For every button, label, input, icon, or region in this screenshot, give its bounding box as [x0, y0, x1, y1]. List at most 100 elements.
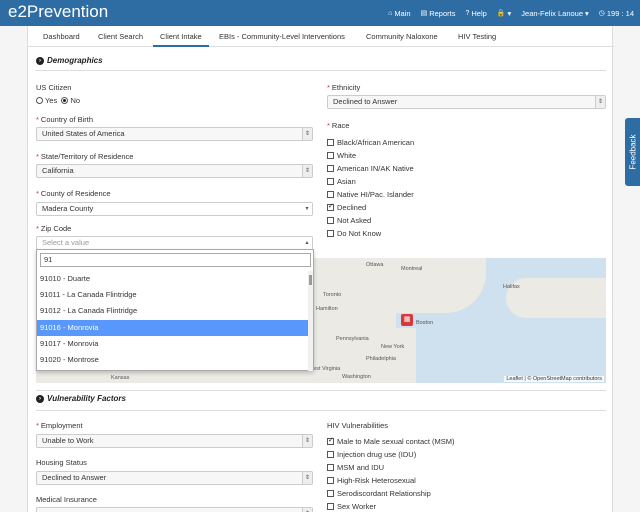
ethnicity-label: * Ethnicity [327, 83, 361, 92]
hiv-vulnerability-option[interactable]: MSM and IDU [327, 463, 384, 472]
race-checkbox[interactable] [327, 178, 334, 185]
zip-option[interactable]: 91017 - Monrovia [37, 336, 313, 352]
tab-ebis[interactable]: EBIs - Community-Level Interventions [212, 26, 352, 47]
country-select[interactable]: United States of America ⇕ [36, 127, 313, 141]
race-option[interactable]: Do Not Know [327, 229, 381, 238]
race-option[interactable]: Native HI/Pac. Islander [327, 190, 414, 199]
hiv-vulnerability-checkbox[interactable] [327, 464, 334, 471]
brand-logo[interactable]: e2Prevention [8, 2, 108, 22]
race-option-label: Not Asked [337, 216, 372, 225]
hiv-vulnerability-option[interactable]: Male to Male sexual contact (MSM) [327, 436, 455, 446]
insurance-select[interactable]: ⇕ [36, 507, 313, 512]
hiv-vulnerability-checkbox[interactable] [327, 477, 334, 484]
zip-option[interactable]: 91011 - La Canada Flintridge [37, 287, 313, 303]
select-arrow-icon: ⇕ [302, 435, 312, 447]
tab-client-intake[interactable]: Client Intake [153, 26, 209, 47]
hiv-vulnerability-option[interactable]: Sex Worker [327, 502, 376, 511]
map-label: Washington [342, 374, 371, 380]
insurance-label: Medical Insurance [36, 495, 97, 504]
race-checkbox[interactable] [327, 217, 334, 224]
hiv-vulnerability-checkbox[interactable] [327, 436, 334, 445]
race-option[interactable]: Asian [327, 177, 356, 186]
hiv-vulnerability-option[interactable]: High-Risk Heterosexual [327, 476, 416, 485]
feedback-tab[interactable]: Feedback [625, 118, 640, 186]
zip-option[interactable]: 91012 - La Canada Flintridge [37, 303, 313, 319]
caret-down-icon: ▾ [302, 203, 312, 215]
divider [36, 390, 606, 391]
housing-select[interactable]: Declined to Answer ⇕ [36, 471, 313, 485]
client-intake-card: Dashboard Client Search Client Intake EB… [27, 26, 614, 512]
divider [36, 70, 606, 71]
race-label: * Race [327, 121, 350, 130]
map-label: New York [381, 344, 405, 350]
hiv-vulnerability-option[interactable]: Serodiscordant Relationship [327, 489, 431, 498]
clock-icon: ◷ [598, 10, 605, 17]
divider [36, 410, 606, 411]
map-marker-icon[interactable]: ▦ [401, 314, 413, 326]
caret-up-icon: ▴ [302, 237, 312, 249]
vulnerability-section-toggle[interactable]: › Vulnerability Factors [36, 394, 126, 403]
zip-list-scrollbar[interactable] [308, 271, 313, 371]
nav-help[interactable]: ? Help [465, 9, 486, 18]
map-attribution[interactable]: Leaflet | © OpenStreetMap contributors [504, 376, 604, 382]
map-label: Toronto [323, 292, 342, 298]
map-label: Philadelphia [366, 356, 396, 362]
top-nav-menu: ⌂ Main ▤ Reports ? Help 🔒 ▾ Jean-Felix Lanou… [388, 0, 634, 26]
nav-reports[interactable]: ▤ Reports [421, 9, 456, 18]
race-option-label: Black/African American [337, 138, 415, 147]
home-icon: ⌂ [388, 9, 393, 17]
select-arrow-icon: ⇕ [302, 128, 312, 140]
employment-select[interactable]: Unable to Work ⇕ [36, 434, 313, 448]
map-label: Boston [416, 320, 434, 326]
chevron-circle-icon: › [36, 56, 44, 65]
zip-option[interactable]: 91010 - Duarte [37, 271, 313, 287]
race-option[interactable]: American IN/AK Native [327, 164, 414, 173]
scrollbar-thumb[interactable] [309, 275, 312, 285]
nav-lock-menu[interactable]: 🔒 ▾ [497, 9, 511, 18]
race-checkbox[interactable] [327, 139, 334, 146]
select-arrow-icon: ⇕ [302, 165, 312, 177]
zip-search-input[interactable]: 91 [40, 253, 311, 267]
county-select[interactable]: Madera County ▾ [36, 202, 313, 216]
race-option-label: Native HI/Pac. Islander [337, 190, 414, 199]
zip-option[interactable]: 91020 - Montrose [37, 352, 313, 368]
race-option[interactable]: White [327, 151, 356, 160]
race-checkbox[interactable] [327, 191, 334, 198]
state-label: * State/Territory of Residence [36, 152, 134, 161]
select-arrow-icon: ⇕ [302, 472, 312, 484]
hiv-vulnerability-option[interactable]: Injection drug use (IDU) [327, 450, 416, 459]
race-option[interactable]: Not Asked [327, 216, 371, 225]
tab-dashboard[interactable]: Dashboard [36, 26, 87, 47]
race-option[interactable]: Black/African American [327, 138, 414, 147]
caret-down-icon: ▾ [585, 8, 589, 18]
country-label: * Country of Birth [36, 115, 94, 124]
map-label: Pennsylvania [336, 336, 369, 342]
hiv-vulnerability-checkbox[interactable] [327, 490, 334, 497]
nav-main[interactable]: ⌂ Main [388, 9, 411, 18]
nav-user-menu[interactable]: Jean-Felix Lanoue ▾ [521, 9, 588, 18]
race-checkbox[interactable] [327, 165, 334, 172]
zip-select[interactable]: Select a value ▴ [36, 236, 313, 250]
state-select[interactable]: California ⇕ [36, 164, 313, 178]
map-label: Halifax [503, 284, 520, 290]
county-label: * County of Residence [36, 189, 111, 198]
race-checkbox[interactable] [327, 230, 334, 237]
hiv-vulnerability-checkbox[interactable] [327, 503, 334, 510]
tab-hiv-testing[interactable]: HIV Testing [451, 26, 503, 47]
select-arrow-icon: ⇕ [595, 96, 605, 108]
race-checkbox[interactable] [327, 152, 334, 159]
race-option[interactable]: Declined [327, 202, 366, 212]
hiv-vulnerability-checkbox[interactable] [327, 451, 334, 458]
question-icon: ? [465, 9, 470, 17]
us-citizen-no-radio[interactable] [61, 97, 69, 104]
map-label: Hamilton [316, 306, 338, 312]
ethnicity-select[interactable]: Declined to Answer ⇕ [327, 95, 606, 109]
housing-label: Housing Status [36, 458, 87, 467]
session-timer: ◷ 199 : 14 [598, 8, 634, 18]
tab-client-search[interactable]: Client Search [91, 26, 150, 47]
demographics-section-toggle[interactable]: › Demographics [36, 56, 103, 65]
zip-option[interactable]: 91016 - Monrovia [37, 319, 313, 336]
us-citizen-yes-radio[interactable] [36, 97, 43, 104]
race-checkbox[interactable] [327, 202, 334, 211]
tab-community-naloxone[interactable]: Community Naloxone [359, 26, 445, 47]
